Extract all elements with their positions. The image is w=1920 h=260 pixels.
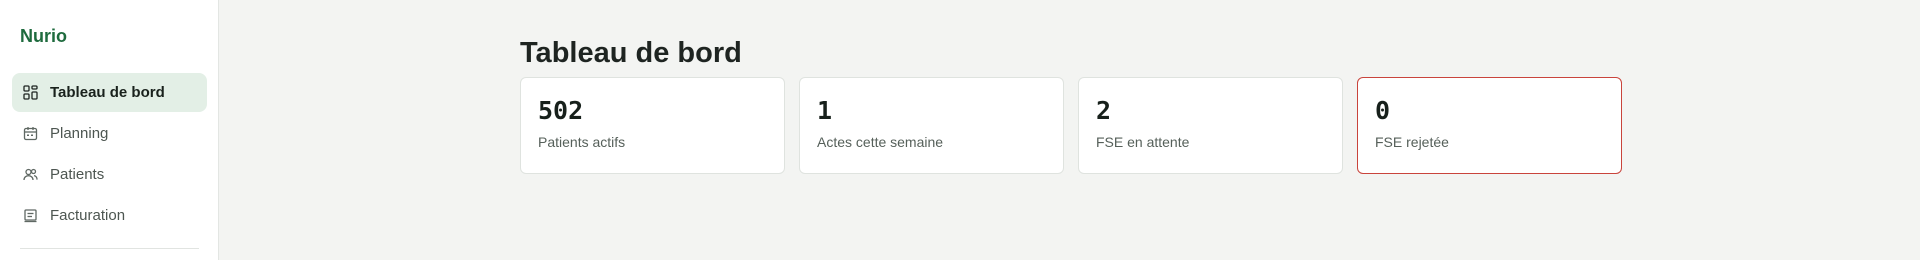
sidebar-navigation: Tableau de bord Planning Patients Factur… (12, 73, 207, 237)
stat-label: Actes cette semaine (817, 134, 944, 150)
stat-card-actes-semaine[interactable]: 1 Actes cette semaine (799, 77, 1064, 174)
sidebar-item-label: Tableau de bord (50, 84, 165, 101)
sidebar-item-tableau-de-bord[interactable]: Tableau de bord (12, 73, 207, 112)
stat-value: 2 (1096, 96, 1112, 125)
stat-value: 0 (1375, 96, 1391, 125)
stat-label: Patients actifs (538, 134, 626, 150)
stat-value: 502 (538, 96, 584, 125)
receipt-icon (23, 208, 38, 223)
stat-label: FSE en attente (1096, 134, 1190, 150)
dashboard-grid-icon (23, 85, 38, 100)
sidebar-item-label: Planning (50, 125, 109, 142)
sidebar-divider (20, 248, 199, 249)
stat-value: 1 (817, 96, 833, 125)
sidebar-item-planning[interactable]: Planning (12, 114, 207, 153)
sidebar-item-label: Facturation (50, 207, 126, 224)
stat-card-fse-en-attente[interactable]: 2 FSE en attente (1078, 77, 1343, 174)
users-icon (23, 167, 38, 182)
sidebar-item-patients[interactable]: Patients (12, 155, 207, 194)
stat-card-fse-rejetee[interactable]: 0 FSE rejetée (1357, 77, 1622, 174)
app-logo[interactable]: Nurio (20, 26, 67, 47)
stat-card-patients-actifs[interactable]: 502 Patients actifs (520, 77, 785, 174)
sidebar-item-facturation[interactable]: Facturation (12, 196, 207, 235)
sidebar: Nurio Tableau de bord Planning Patients … (0, 0, 219, 260)
sidebar-item-label: Patients (50, 166, 105, 183)
page-title: Tableau de bord (520, 37, 742, 69)
dashboard-stats: 502 Patients actifs 1 Actes cette semain… (520, 77, 1622, 174)
calendar-icon (23, 126, 38, 141)
stat-label: FSE rejetée (1375, 134, 1449, 150)
